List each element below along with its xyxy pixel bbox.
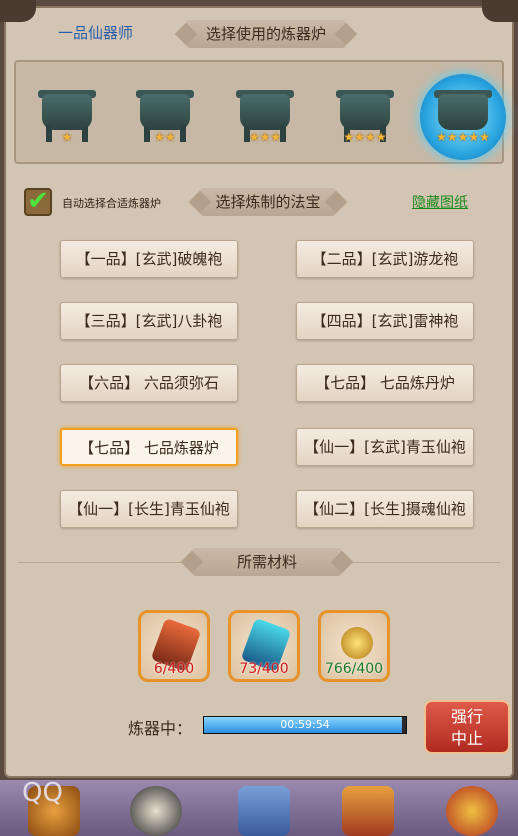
furnace-selector: ★ ★★ ★★★ ★★★★ ★★★★★ — [14, 60, 506, 164]
treasure-item[interactable]: 【七品】 七品炼丹炉 — [296, 364, 474, 402]
furnace-icon — [240, 94, 290, 130]
treasure-item[interactable]: 【四品】[玄武]雷神袍 — [296, 302, 474, 340]
auto-select-checkbox[interactable]: ✔ — [24, 188, 52, 216]
treasure-banner: 选择炼制的法宝 — [200, 188, 336, 216]
material-slot[interactable]: 73/400 — [228, 610, 300, 682]
furnace-2[interactable]: ★★ — [130, 82, 200, 152]
material-count: 6/400 — [153, 661, 195, 677]
materials-banner: 所需材料 — [192, 548, 342, 576]
treasure-item[interactable]: 【三品】[玄武]八卦袍 — [60, 302, 238, 340]
treasure-item[interactable]: 【仙二】[长生]摄魂仙袍 — [296, 490, 474, 528]
yin-yang-icon[interactable] — [130, 786, 182, 836]
treasure-item[interactable]: 【六品】 六品须弥石 — [60, 364, 238, 402]
treasure-item[interactable]: 【仙一】[长生]青玉仙袍 — [60, 490, 238, 528]
corner-ornament — [482, 0, 518, 22]
material-slot[interactable]: 766/400 — [318, 610, 390, 682]
force-stop-button[interactable]: 强行 中止 — [424, 700, 510, 754]
treasure-item[interactable]: 【仙一】[玄武]青玉仙袍 — [296, 428, 474, 466]
furnace-1[interactable]: ★ — [32, 82, 102, 152]
material-slot[interactable]: 6/400 — [138, 610, 210, 682]
progress-label: 炼器中： — [128, 719, 193, 738]
furnace-icon — [42, 94, 92, 130]
gold-nugget-icon — [341, 627, 373, 659]
star-rating: ★★★★★ — [436, 130, 490, 144]
stop-label-line1: 强行 — [450, 707, 483, 726]
book-icon[interactable] — [238, 786, 290, 836]
treasure-item[interactable]: 【一品】[玄武]破魄袍 — [60, 240, 238, 278]
forge-progress-bar: 00:59:54 — [203, 716, 407, 734]
gourd-icon[interactable] — [446, 786, 498, 836]
pavilion-icon[interactable] — [342, 786, 394, 836]
qq-watermark: QQ — [22, 778, 63, 808]
material-count: 766/400 — [324, 661, 384, 677]
furnace-5-selected[interactable]: ★★★★★ — [420, 74, 506, 160]
corner-ornament — [0, 0, 36, 22]
material-count: 73/400 — [239, 661, 289, 677]
furnace-icon — [340, 94, 390, 130]
furnace-3[interactable]: ★★★ — [230, 82, 300, 152]
hide-blueprint-link[interactable]: 隐藏图纸 — [412, 192, 468, 212]
star-rating: ★★★ — [248, 130, 282, 144]
star-rating: ★★ — [154, 130, 176, 144]
furnace-icon — [438, 94, 488, 130]
star-rating: ★★★★ — [343, 130, 387, 144]
check-icon: ✔ — [27, 186, 49, 216]
furnace-banner: 选择使用的炼器炉 — [186, 20, 346, 48]
star-rating: ★ — [61, 130, 73, 144]
auto-select-label: 自动选择合适炼器炉 — [62, 197, 161, 210]
stop-label-line2: 中止 — [450, 729, 483, 748]
treasure-item[interactable]: 【二品】[玄武]游龙袍 — [296, 240, 474, 278]
progress-time: 00:59:54 — [280, 718, 330, 731]
rank-title: 一品仙器师 — [58, 24, 134, 42]
furnace-4[interactable]: ★★★★ — [330, 82, 400, 152]
treasure-item-selected[interactable]: 【七品】 七品炼器炉 — [60, 428, 238, 466]
furnace-icon — [140, 94, 190, 130]
